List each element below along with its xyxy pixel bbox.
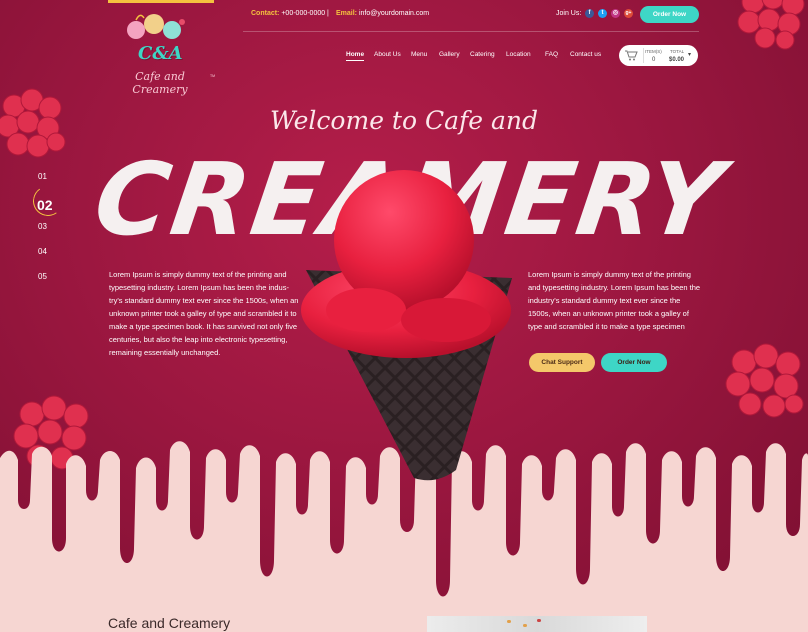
slide-number[interactable]: 05 (38, 272, 53, 297)
twitter-icon[interactable]: t (598, 9, 607, 18)
trademark: TM (210, 74, 216, 78)
section-image (427, 616, 647, 632)
cart-items-label: ITEM(S) (645, 49, 662, 54)
image-detail (537, 619, 541, 622)
section-title: Cafe and Creamery (108, 615, 231, 631)
brand-logo[interactable]: C&A Cafe and Creamery TM (106, 10, 218, 96)
nav-menu[interactable]: Menu (411, 51, 427, 58)
chevron-down-icon[interactable]: ▾ (688, 51, 691, 58)
topbar-divider-line (243, 31, 699, 32)
raspberry-image (725, 343, 804, 418)
contact-email: Email: info@yourdomain.com (336, 10, 429, 17)
join-us-label: Join Us: (556, 10, 582, 17)
facebook-icon[interactable]: f (585, 9, 594, 18)
nav-catering[interactable]: Catering (470, 51, 495, 58)
hero-right-text: Lorem Ipsum is simply dummy text of the … (528, 270, 701, 331)
chat-support-button[interactable]: Chat Support (529, 353, 595, 372)
nav-about-us[interactable]: About Us (374, 51, 401, 58)
nav-location[interactable]: Location (506, 51, 531, 58)
raspberry-image (737, 0, 805, 50)
order-now-button[interactable]: Order Now (601, 353, 667, 372)
instagram-icon[interactable]: ◎ (611, 9, 620, 18)
logo-accent-bar (108, 0, 214, 3)
cart-total-label: TOTAL (670, 49, 685, 54)
nav-faq[interactable]: FAQ (545, 51, 558, 58)
email-label: Email: (336, 10, 358, 17)
logo-monogram: C&A (138, 43, 183, 64)
nav-contact-us[interactable]: Contact us (570, 51, 601, 58)
contact-phone: Contact: +00-000-0000 (251, 10, 325, 17)
contact-label: Contact: (251, 10, 280, 17)
cart-total-value: $0.00 (669, 57, 685, 63)
email-address[interactable]: info@yourdomain.com (359, 10, 429, 17)
slide-indicator: 01 02 03 04 05 (37, 172, 53, 297)
hero-welcome: Welcome to Cafe and (269, 106, 539, 135)
order-now-top-button[interactable]: Order Now (640, 6, 699, 23)
cart-widget[interactable]: ITEM(S) 0 TOTAL $0.00 ▾ (619, 45, 698, 66)
slide-number[interactable]: 01 (38, 172, 53, 197)
slide-number[interactable]: 04 (38, 247, 53, 272)
cart-icon (625, 50, 638, 61)
nav-gallery[interactable]: Gallery (439, 51, 460, 58)
phone-number[interactable]: +00-000-0000 (281, 10, 325, 17)
image-detail (507, 620, 511, 623)
cart-separator (643, 48, 644, 63)
topbar-divider: | (327, 10, 329, 17)
image-detail (523, 624, 527, 627)
cart-items-count: 0 (652, 57, 656, 63)
google-plus-icon[interactable]: g+ (624, 9, 633, 18)
slide-number-active[interactable]: 02 (37, 197, 53, 222)
ice-cream-cone-image (301, 170, 512, 481)
nav-home[interactable]: Home (346, 51, 365, 61)
logo-name: Cafe and Creamery (132, 70, 188, 96)
hero-left-text: Lorem Ipsum is simply dummy text of the … (109, 270, 299, 357)
slide-number[interactable]: 03 (38, 222, 53, 247)
